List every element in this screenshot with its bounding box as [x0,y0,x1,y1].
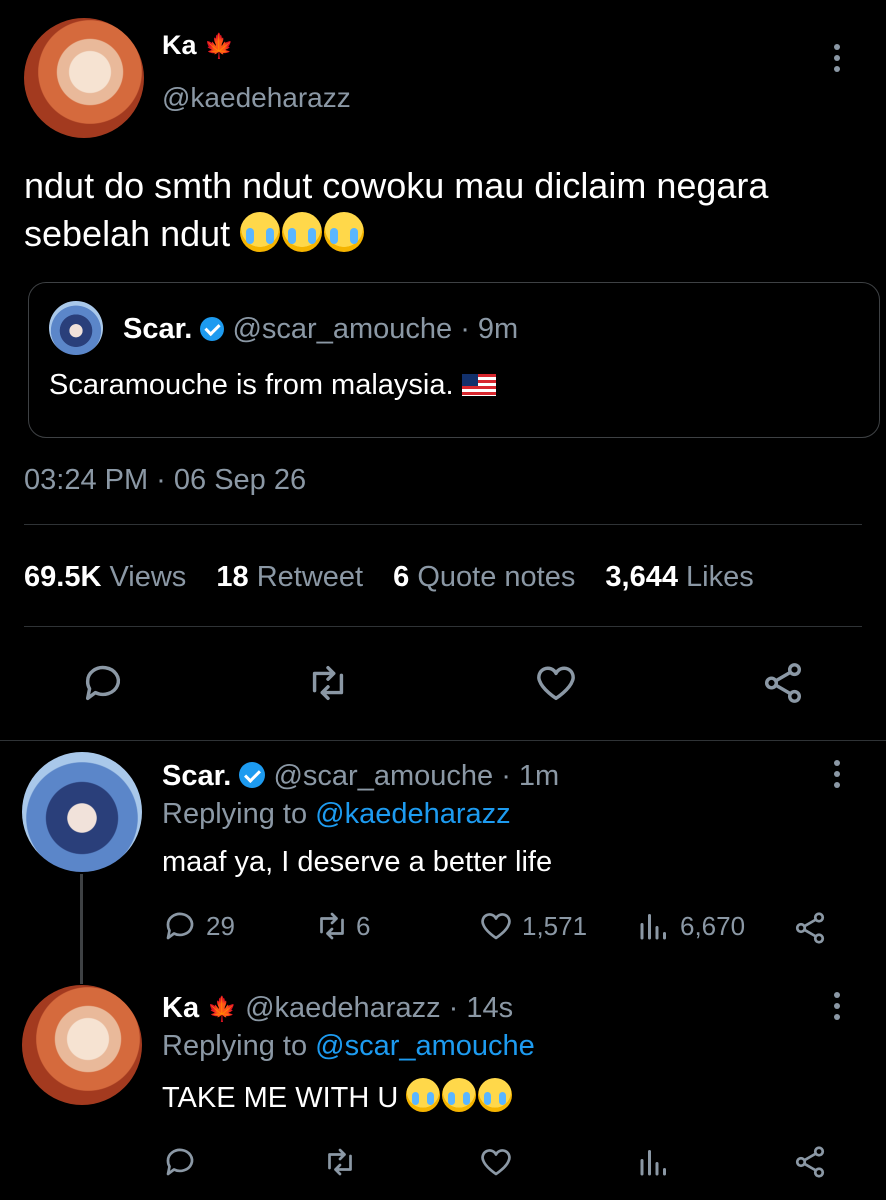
likes-label: Likes [686,561,754,593]
quoted-author-name[interactable]: Scar. [123,313,192,345]
quoted-tweet-time: · 9m [460,313,519,345]
author-handle[interactable]: @kaedeharazz [162,82,351,114]
tweet-stats: 69.5K Views 18 Retweet 6 Quote notes 3,6… [24,561,754,594]
maple-leaf-icon: 🍁 [204,33,234,60]
reply-author-name[interactable]: Scar. [162,760,231,792]
more-options-icon[interactable] [833,760,841,793]
retweet-icon[interactable] [314,908,350,944]
quote-label: Quote notes [417,561,576,593]
loudly-crying-face-icon [406,1078,441,1112]
quoted-author-avatar[interactable] [49,301,103,355]
reply-text: TAKE ME WITH U [162,1078,514,1115]
share-icon[interactable] [760,660,806,706]
loudly-crying-face-icon [240,212,281,252]
share-icon[interactable] [792,910,828,946]
tweet-text-content: ndut do smth ndut cowoku mau diclaim neg… [24,165,769,254]
author-name-text[interactable]: Ka [162,30,197,60]
quotes-stat[interactable]: 6 Quote notes [393,561,575,593]
share-icon[interactable] [792,1144,828,1180]
views-stat[interactable]: 69.5K Views [24,561,186,593]
likes-count: 3,644 [605,561,678,593]
malaysia-flag-icon [461,374,496,396]
reply-author-name[interactable]: Ka [162,992,199,1024]
replying-to-prefix: Replying to [162,798,308,830]
quoted-tweet-text-content: Scaramouche is from malaysia. [49,369,454,401]
reply-avatar[interactable] [22,985,142,1105]
retweets-stat[interactable]: 18 Retweet [216,561,363,593]
reply-action-views[interactable]: 6,670 [636,908,745,944]
retweet-count: 6 [356,910,371,941]
loudly-crying-face-icon [324,212,365,252]
reply-text-content: TAKE ME WITH U [162,1082,399,1114]
quote-count: 6 [393,561,410,593]
author-name[interactable]: Ka 🍁 [162,30,234,61]
more-options-icon[interactable] [833,992,841,1025]
reply-text: maaf ya, I deserve a better life [162,846,553,878]
replying-to: Replying to @scar_amouche [162,1030,535,1063]
reply-action-retweet[interactable]: 6 [314,908,370,944]
reply-icon[interactable] [162,1144,198,1180]
quoted-author-handle[interactable]: @scar_amouche [232,313,452,345]
likes-stat[interactable]: 3,644 Likes [605,561,753,593]
reply-icon[interactable] [80,660,126,706]
like-icon[interactable] [478,1144,514,1180]
divider [24,626,862,627]
thread-connector-line [80,874,83,984]
reply-time: · 1m [501,760,560,792]
quoted-tweet-text: Scaramouche is from malaysia. [49,369,496,402]
like-icon[interactable] [533,660,579,706]
quoted-tweet-card[interactable]: Scar. @scar_amouche · 9m Scaramouche is … [28,282,880,438]
reply-count: 29 [206,910,235,941]
replying-to-handle[interactable]: @scar_amouche [315,1030,535,1062]
quoted-tweet-header: Scar. @scar_amouche · 9m [123,313,518,346]
retweet-count: 18 [216,561,249,593]
views-count: 69.5K [24,561,102,593]
retweet-icon[interactable] [322,1144,358,1180]
verified-badge-icon [239,762,266,788]
analytics-icon[interactable] [636,908,672,944]
loudly-crying-face-icon [442,1078,477,1112]
loudly-crying-face-icon [478,1078,513,1112]
reply-action-reply[interactable]: 29 [162,908,235,944]
like-icon[interactable] [478,908,514,944]
reply-icon[interactable] [162,908,198,944]
replying-to-handle[interactable]: @kaedeharazz [315,798,511,830]
reply-author-handle[interactable]: @kaedeharazz [245,992,441,1024]
reply-header: Scar. @scar_amouche · 1m [162,760,559,793]
tweet-text: ndut do smth ndut cowoku mau diclaim neg… [24,162,824,258]
author-avatar[interactable] [24,18,144,138]
like-count: 1,571 [522,910,588,941]
maple-leaf-icon: 🍁 [207,996,238,1023]
divider [24,524,862,525]
verified-badge-icon [200,317,225,341]
retweet-label: Retweet [256,561,364,593]
loudly-crying-face-icon [282,212,323,252]
replying-to-prefix: Replying to [162,1030,308,1062]
view-count: 6,670 [680,910,746,941]
retweet-icon[interactable] [305,660,351,706]
reply-header: Ka 🍁 @kaedeharazz · 14s [162,992,513,1025]
replying-to: Replying to @kaedeharazz [162,798,511,831]
divider [0,740,886,741]
reply-author-handle[interactable]: @scar_amouche [273,760,493,792]
views-label: Views [109,561,187,593]
reply-time: · 14s [448,992,514,1024]
more-options-icon[interactable] [833,44,841,77]
analytics-icon[interactable] [636,1144,672,1180]
reply-action-like[interactable]: 1,571 [478,908,587,944]
tweet-timestamp[interactable]: 03:24 PM · 06 Sep 26 [24,464,306,497]
reply-avatar[interactable] [22,752,142,872]
